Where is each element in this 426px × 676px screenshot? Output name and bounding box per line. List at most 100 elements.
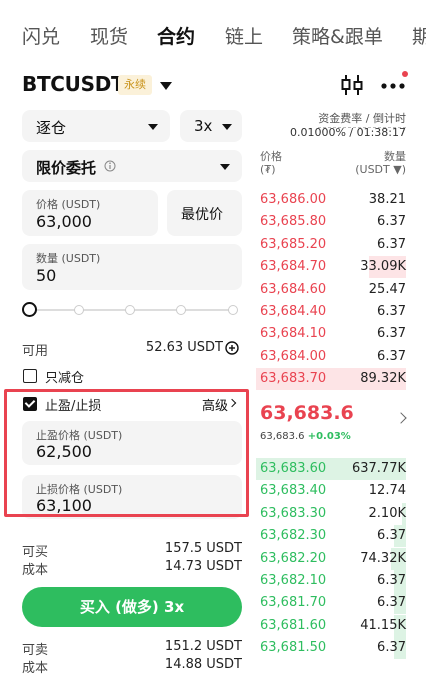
order-price: 63,683.40 bbox=[260, 483, 327, 499]
bid-row[interactable]: 63,683.60 637.77K bbox=[256, 458, 406, 480]
order-quantity: 33.09K bbox=[360, 259, 406, 275]
order-quantity: 6.37 bbox=[377, 528, 406, 544]
order-quantity: 6.37 bbox=[377, 595, 406, 611]
order-type-select[interactable]: 限价委托 bbox=[22, 150, 242, 182]
last-price: 63,683.6 bbox=[260, 402, 354, 424]
order-price: 63,681.50 bbox=[260, 640, 327, 656]
tab-spot[interactable]: 现货 bbox=[90, 22, 128, 49]
add-funds-icon[interactable] bbox=[225, 341, 239, 355]
bid-row[interactable]: 63,682.30 6.37 bbox=[256, 525, 406, 548]
quantity-input[interactable]: 数量 (USDT) 50 bbox=[22, 244, 242, 290]
margin-mode-select[interactable]: 逐仓 bbox=[22, 110, 170, 142]
ask-row[interactable]: 63,684.70 33.09K bbox=[256, 256, 406, 279]
order-quantity: 41.15K bbox=[360, 617, 406, 633]
leverage-value: 3x bbox=[194, 117, 213, 135]
order-price: 63,683.30 bbox=[260, 505, 327, 521]
ask-row[interactable]: 63,686.00 38.21 bbox=[256, 189, 406, 211]
available-value: 52.63 USDT bbox=[145, 340, 223, 355]
tab-futures[interactable]: 合约 bbox=[157, 22, 195, 49]
order-price: 63,681.60 bbox=[260, 617, 327, 633]
ask-row[interactable]: 63,684.40 6.37 bbox=[256, 301, 406, 323]
margin-mode-value: 逐仓 bbox=[36, 119, 67, 137]
slider-tick[interactable] bbox=[228, 305, 238, 315]
quantity-input-value[interactable]: 50 bbox=[36, 266, 56, 285]
buy-max-label: 可买 bbox=[22, 545, 49, 560]
slider-tick[interactable] bbox=[74, 305, 84, 315]
ask-row[interactable]: 63,685.80 6.37 bbox=[256, 211, 406, 233]
order-quantity: 2.10K bbox=[368, 505, 406, 521]
order-price: 63,681.70 bbox=[260, 595, 327, 611]
order-price: 63,685.20 bbox=[260, 236, 327, 252]
tab-onchain[interactable]: 链上 bbox=[225, 22, 263, 49]
ask-row[interactable]: 63,683.70 89.32K bbox=[256, 368, 406, 391]
order-quantity: 12.74 bbox=[368, 483, 406, 499]
slider-tick[interactable] bbox=[125, 305, 135, 315]
tpsl-highlight-frame bbox=[4, 389, 249, 517]
order-price: 63,686.00 bbox=[260, 192, 327, 207]
order-price: 63,682.20 bbox=[260, 550, 327, 566]
buy-max-value: 157.5 USDT bbox=[164, 541, 242, 556]
price-input[interactable]: 价格 (USDT) 63,000 bbox=[22, 190, 158, 236]
quantity-slider-handle[interactable] bbox=[22, 302, 37, 317]
order-price: 63,683.60 bbox=[260, 461, 327, 476]
order-price: 63,684.40 bbox=[260, 304, 327, 319]
orderbook-price-unit: (₮) bbox=[260, 163, 276, 176]
tab-flash-swap[interactable]: 闪兑 bbox=[22, 22, 60, 49]
bid-row[interactable]: 63,681.60 41.15K bbox=[256, 614, 406, 637]
order-quantity: 6.37 bbox=[377, 573, 406, 588]
order-price: 63,682.10 bbox=[260, 573, 327, 588]
orderbook-qty-header: 数量 bbox=[384, 150, 406, 163]
tab-more[interactable]: 期 bbox=[412, 22, 426, 49]
order-price: 63,684.10 bbox=[260, 326, 327, 342]
order-quantity: 6.37 bbox=[377, 214, 406, 230]
order-quantity: 6.37 bbox=[377, 326, 406, 342]
bid-row[interactable]: 63,682.10 6.37 bbox=[256, 570, 406, 592]
order-quantity: 6.37 bbox=[377, 348, 406, 364]
ask-row[interactable]: 63,684.60 25.47 bbox=[256, 279, 406, 301]
ask-row[interactable]: 63,684.10 6.37 bbox=[256, 323, 406, 345]
order-price: 63,684.60 bbox=[260, 281, 327, 297]
orderbook-qty-unit[interactable]: (USDT ▼) bbox=[355, 163, 406, 176]
buy-long-button[interactable]: 买入 (做多) 3x bbox=[22, 587, 242, 627]
order-quantity: 637.77K bbox=[351, 461, 406, 476]
price-change: +0.03% bbox=[307, 431, 351, 442]
candlestick-chart-icon[interactable] bbox=[340, 73, 364, 97]
pair-dropdown-icon[interactable] bbox=[160, 82, 172, 90]
best-price-label: 最优价 bbox=[181, 207, 223, 223]
bid-row[interactable]: 63,681.70 6.37 bbox=[256, 592, 406, 615]
order-price: 63,683.70 bbox=[260, 371, 327, 387]
info-icon[interactable] bbox=[104, 160, 116, 172]
funding-rate-value: 0.01000% / 01:38:17 bbox=[289, 126, 406, 139]
buy-cost-label: 成本 bbox=[22, 563, 49, 578]
reduce-only-label: 只减仓 bbox=[45, 371, 85, 386]
bid-row[interactable]: 63,683.30 2.10K bbox=[256, 502, 406, 525]
quantity-slider-track[interactable] bbox=[34, 309, 236, 311]
top-tabs: 闪兑 现货 合约 链上 策略&跟单 期 bbox=[0, 0, 426, 70]
bid-row[interactable]: 63,681.50 6.37 bbox=[256, 637, 406, 660]
leverage-select[interactable]: 3x bbox=[180, 110, 242, 142]
orderbook-price-header: 价格 bbox=[260, 150, 282, 163]
chevron-down-icon bbox=[222, 124, 232, 130]
bid-row[interactable]: 63,682.20 74.32K bbox=[256, 547, 406, 570]
price-input-value[interactable]: 63,000 bbox=[36, 212, 92, 231]
ask-row[interactable]: 63,685.20 6.37 bbox=[256, 234, 406, 256]
sell-cost-label: 成本 bbox=[22, 661, 49, 676]
order-price: 63,682.30 bbox=[260, 528, 327, 544]
ask-row[interactable]: 63,684.00 6.37 bbox=[256, 346, 406, 368]
mark-price-line: 63,683.6 +0.03% bbox=[260, 431, 351, 442]
reduce-only-checkbox[interactable] bbox=[23, 369, 37, 383]
order-quantity: 6.37 bbox=[377, 304, 406, 319]
order-price: 63,685.80 bbox=[260, 214, 327, 230]
best-price-button[interactable]: 最优价 bbox=[167, 190, 242, 236]
chevron-right-icon[interactable] bbox=[395, 412, 407, 424]
slider-tick[interactable] bbox=[176, 305, 186, 315]
pair-title[interactable]: BTCUSDT bbox=[22, 72, 125, 96]
notification-dot bbox=[402, 71, 408, 77]
order-quantity: 25.47 bbox=[368, 281, 406, 297]
sell-max-value: 151.2 USDT bbox=[164, 639, 242, 654]
more-options-icon[interactable] bbox=[380, 82, 406, 90]
order-quantity: 74.32K bbox=[360, 550, 406, 566]
tab-strategy-copy[interactable]: 策略&跟单 bbox=[292, 22, 383, 49]
bid-row[interactable]: 63,683.40 12.74 bbox=[256, 480, 406, 502]
order-type-value: 限价委托 bbox=[36, 159, 97, 177]
